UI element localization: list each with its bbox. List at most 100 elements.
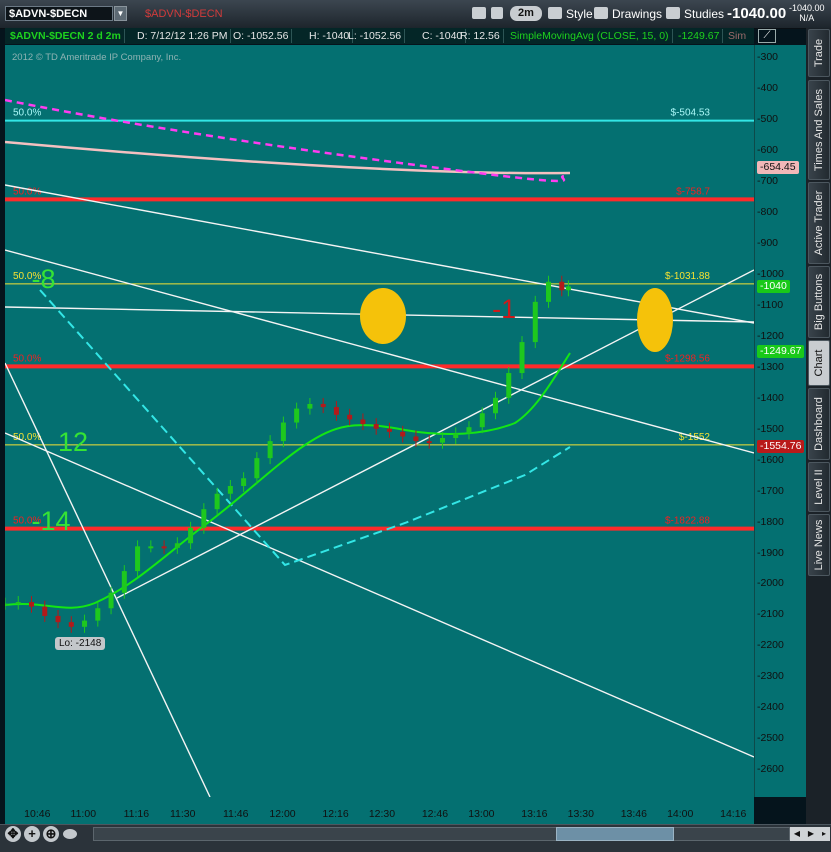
net-change-value: -1040.00 (789, 3, 825, 13)
sidebar-tab-level-ii[interactable]: Level II (808, 462, 830, 512)
fib-level-left-label: 50.0% (13, 186, 41, 197)
candle (479, 413, 485, 428)
sidebar-tab-dashboard[interactable]: Dashboard (808, 388, 830, 460)
trendline (5, 362, 211, 797)
sidebar-tab-chart[interactable]: Chart (808, 340, 830, 386)
candle (320, 403, 326, 408)
candle (532, 301, 538, 343)
y-tick-label: -2000 (757, 577, 784, 590)
drawing-tools-icon[interactable] (472, 6, 490, 22)
symbol-input[interactable]: $ADVN-$DECN (5, 6, 113, 21)
highlight-ellipse (637, 288, 673, 352)
x-tick-label: 12:30 (368, 808, 396, 820)
info-date: D: 7/12/12 1:26 PM (134, 29, 232, 43)
sidebar-tab-big-buttons[interactable]: Big Buttons (808, 266, 830, 338)
study-truncated: Sim (728, 30, 747, 42)
zoom-in-icon[interactable]: + (24, 826, 40, 842)
fib-level-left-label: 50.0% (13, 353, 41, 364)
x-tick-label: 11:16 (123, 808, 150, 820)
y-tick-label: -2600 (757, 763, 784, 776)
x-tick-label: 10:46 (24, 808, 51, 820)
y-tick-label: -2400 (757, 701, 784, 714)
candle (333, 407, 339, 415)
candle (121, 571, 127, 593)
x-tick-label: 13:46 (620, 808, 647, 820)
expand-icon[interactable]: ▸ (818, 827, 830, 841)
candle (42, 606, 48, 616)
x-tick-label: 12:16 (322, 808, 349, 820)
y-tick-label: -2200 (757, 639, 784, 652)
sidebar-tab-label: Dashboard (813, 397, 825, 451)
candle (214, 493, 220, 510)
y-tick-label: -1600 (757, 453, 784, 466)
chart-settings-icon[interactable]: ⟋ (758, 29, 776, 43)
price-chart: 50.0% $-504.53 50.0% $-758.7 50.0% $-1031.88 5… (5, 98, 754, 797)
scrollbar-thumb[interactable] (556, 827, 674, 841)
y-tick-label: -500 (757, 113, 779, 126)
time-scrollbar[interactable] (93, 827, 790, 841)
chart-annotation: -14 (31, 505, 71, 536)
y-tick-label: -600 (757, 144, 779, 157)
y-tick-label: -1500 (757, 422, 784, 435)
candle (439, 438, 445, 443)
sma-line (5, 352, 571, 609)
fib-level-right-label: $-1822.88 (665, 516, 710, 527)
last-price: -1040.00 (727, 5, 787, 22)
price-axis[interactable] (754, 45, 807, 797)
candle (254, 458, 260, 479)
y-tick-label: -900 (757, 237, 779, 250)
style-menu[interactable]: Style (548, 6, 593, 22)
y-tick-label: -800 (757, 206, 779, 219)
candle (386, 428, 392, 432)
y-tick-label: -1300 (757, 360, 784, 373)
style-icon (548, 7, 562, 19)
link-icon[interactable] (491, 6, 507, 22)
candle (95, 608, 101, 621)
studies-menu[interactable]: Studies (666, 6, 724, 22)
candle (241, 478, 247, 486)
sidebar-tab-live-news[interactable]: Live News (808, 514, 830, 576)
crosshair-icon[interactable]: ⊕ (43, 826, 59, 842)
sidebar-tab-trade[interactable]: Trade (808, 29, 830, 77)
candle (565, 286, 571, 291)
candle (546, 281, 552, 302)
scroll-left-icon[interactable]: ◀ (790, 827, 804, 841)
sidebar-tab-active-trader[interactable]: Active Trader (808, 182, 830, 264)
candle (135, 546, 141, 572)
x-tick-label: 14:00 (667, 808, 694, 820)
y-tick-label: -2300 (757, 670, 784, 683)
candle (68, 622, 74, 627)
chart-annotation: 12 (58, 426, 89, 457)
fib-level-left-label: 50.0% (13, 108, 41, 119)
price-tag: -1040 (757, 280, 790, 294)
scroll-right-icon[interactable]: ▶ (804, 827, 818, 841)
aggregation-button[interactable]: 2m (510, 6, 542, 21)
candle (227, 485, 233, 494)
x-tick-label: 12:00 (269, 808, 296, 820)
fib-level-left-label: 50.0% (13, 432, 41, 443)
candle (15, 602, 21, 605)
net-change: -1040.00 N/A (789, 3, 825, 23)
chart-area[interactable]: 50.0% $-504.53 50.0% $-758.7 50.0% $-1031.88 5… (5, 45, 754, 797)
copyright: 2012 © TD Ameritrade IP Company, Inc. (12, 52, 182, 63)
drawings-label: Drawings (612, 7, 663, 21)
candle (267, 441, 273, 459)
magnifier-icon[interactable] (63, 829, 77, 839)
x-tick-label: 11:46 (222, 808, 249, 820)
candle (373, 424, 379, 429)
candle (519, 342, 525, 374)
y-tick-label: -1700 (757, 484, 784, 497)
candle (506, 373, 512, 398)
sidebar-tab-times-and-sales[interactable]: Times And Sales (808, 80, 830, 180)
info-low: L: -1052.56 (345, 29, 406, 43)
studies-icon (666, 7, 680, 19)
y-tick-label: -2100 (757, 608, 784, 621)
symbol-dropdown-icon[interactable]: ▼ (114, 6, 127, 21)
low-label: Lo: -2148 (55, 637, 106, 650)
highlight-ellipse (360, 288, 406, 344)
trendline (5, 432, 754, 758)
drawings-menu[interactable]: Drawings (594, 6, 662, 22)
price-tag: -1249.67 (757, 345, 805, 359)
candle (161, 546, 167, 549)
pan-icon[interactable]: ✥ (5, 826, 21, 842)
